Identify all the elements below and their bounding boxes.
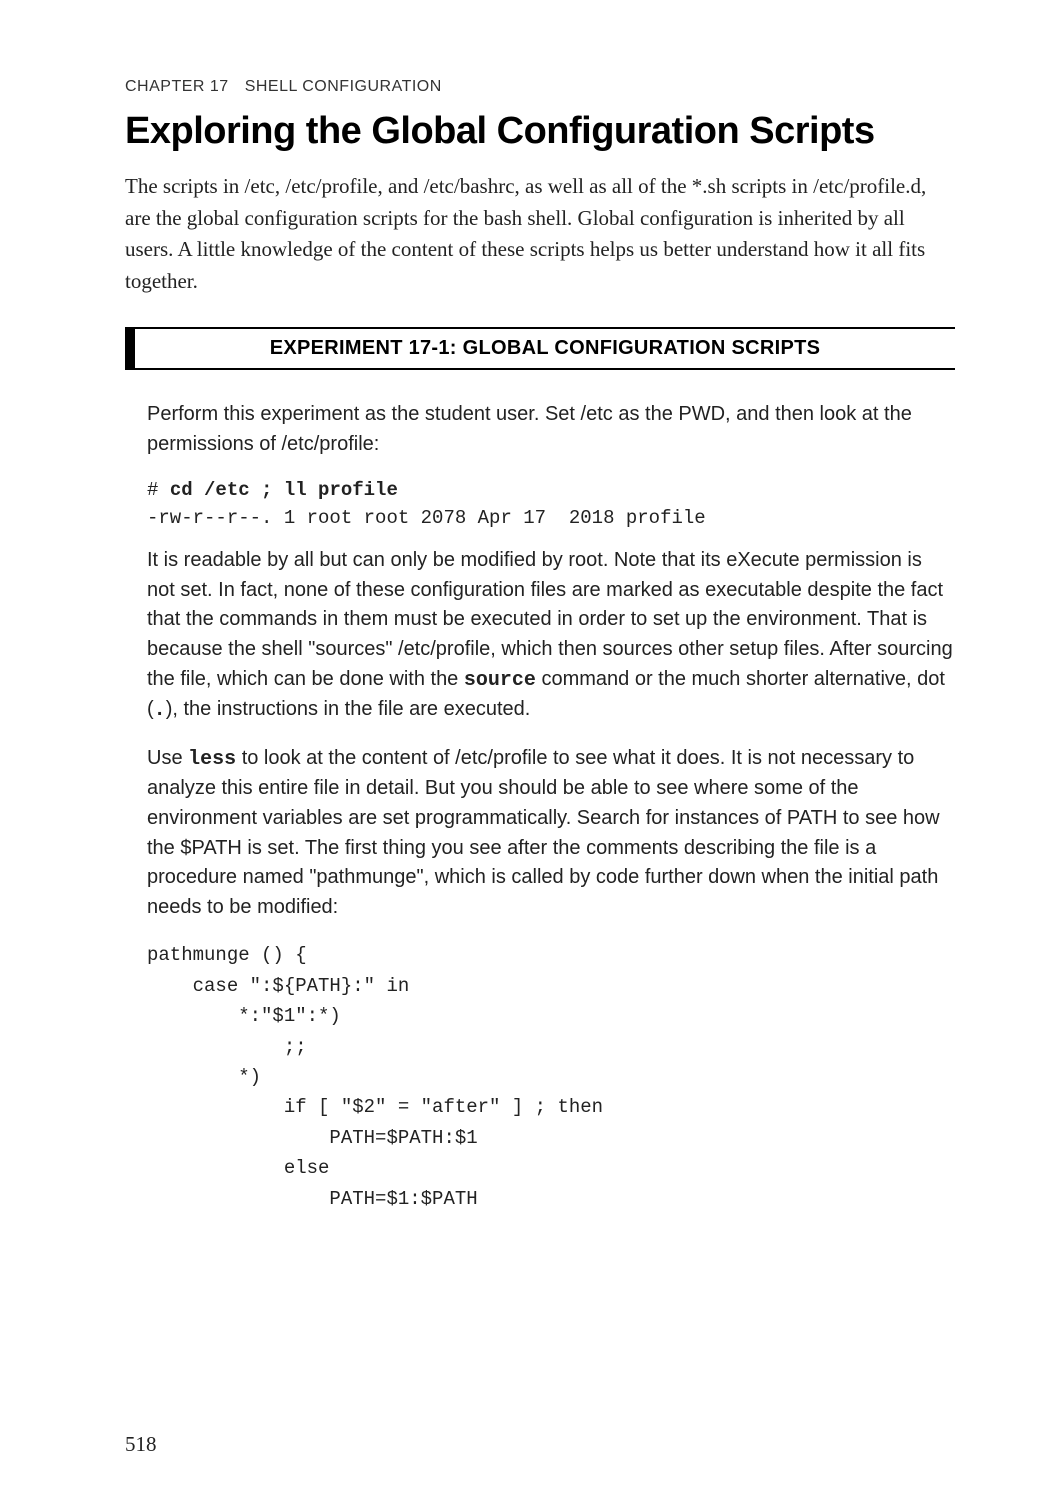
text-run: to look at the content of /etc/profile t… — [147, 747, 940, 918]
prompt: # — [147, 479, 170, 501]
page-number: 518 — [125, 1432, 157, 1457]
page-title: Exploring the Global Configuration Scrip… — [125, 110, 955, 153]
command-output: -rw-r--r--. 1 root root 2078 Apr 17 2018… — [147, 507, 706, 529]
experiment-paragraph-1: Perform this experiment as the student u… — [147, 400, 955, 459]
experiment-title: EXPERIMENT 17-1: GLOBAL CONFIGURATION SC… — [135, 337, 955, 360]
text-run: ), the instructions in the file are exec… — [166, 698, 531, 720]
source-keyword: source — [464, 669, 536, 692]
chapter-title: SHELL CONFIGURATION — [245, 78, 442, 95]
less-keyword: less — [188, 748, 236, 771]
chapter-header: CHAPTER 17 SHELL CONFIGURATION — [125, 78, 955, 96]
intro-paragraph: The scripts in /etc, /etc/profile, and /… — [125, 171, 955, 297]
experiment-paragraph-2: It is readable by all but can only be mo… — [147, 546, 955, 726]
experiment-paragraph-3: Use less to look at the content of /etc/… — [147, 744, 955, 923]
chapter-number: CHAPTER 17 — [125, 78, 229, 95]
text-run: Use — [147, 747, 188, 769]
experiment-box: EXPERIMENT 17-1: GLOBAL CONFIGURATION SC… — [125, 327, 955, 370]
dot-keyword: . — [154, 699, 166, 722]
command-text: cd /etc ; ll profile — [170, 479, 398, 501]
command-block-1: # cd /etc ; ll profile -rw-r--r--. 1 roo… — [147, 477, 955, 532]
code-listing-pathmunge: pathmunge () { case ":${PATH}:" in *:"$1… — [147, 940, 955, 1214]
